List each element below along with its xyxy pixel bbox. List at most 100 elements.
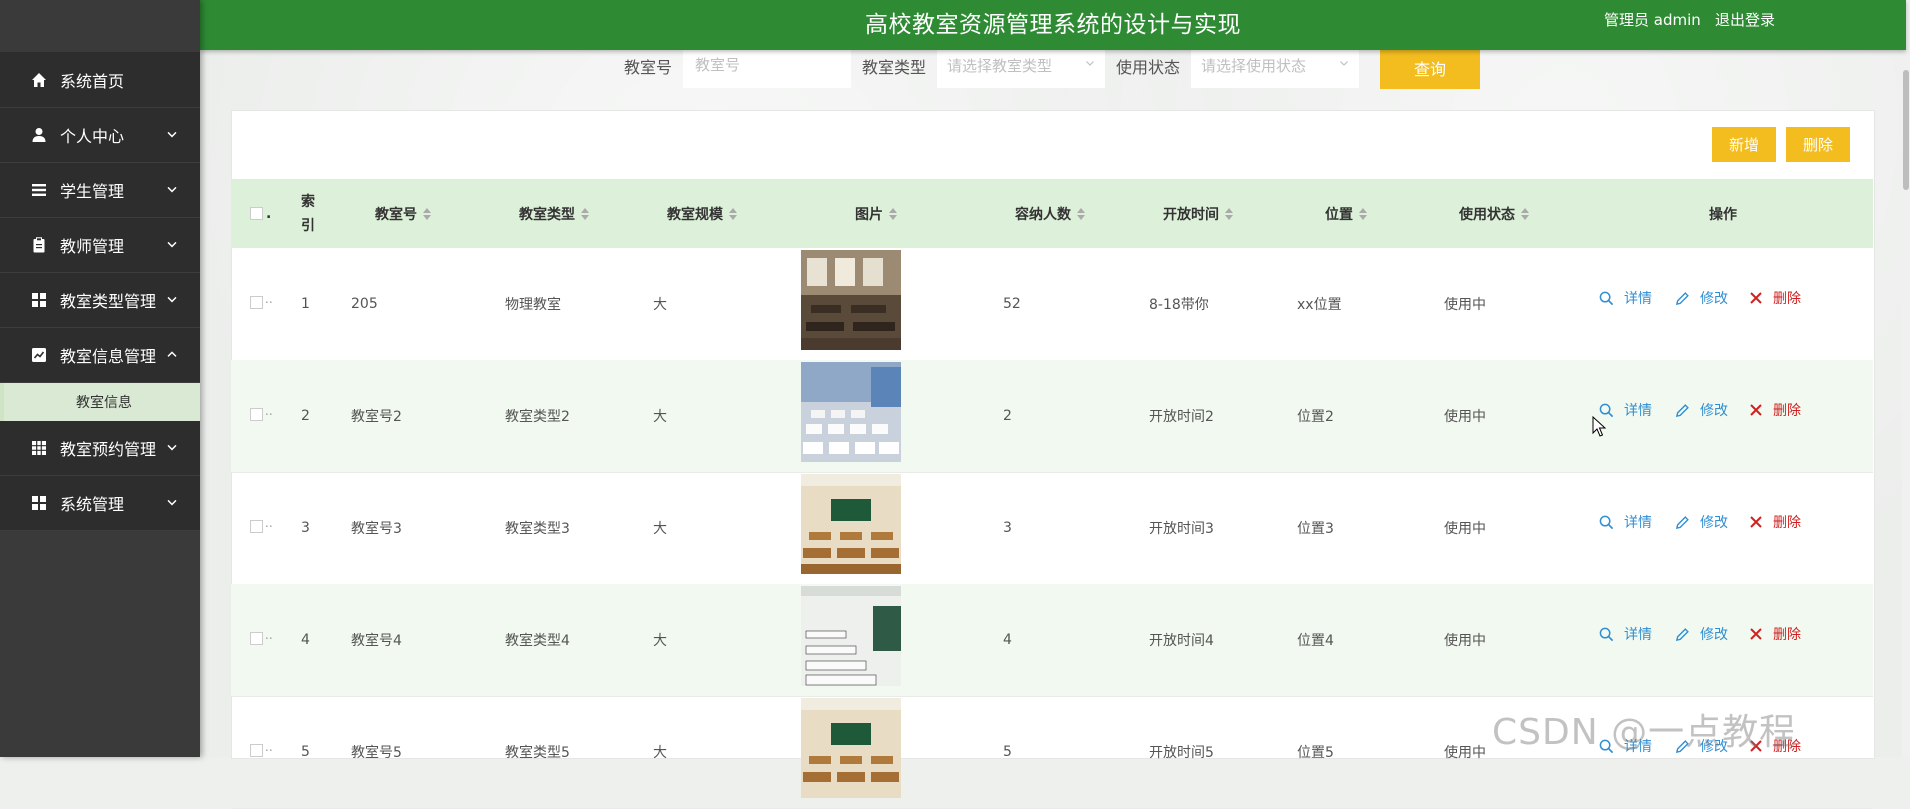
checkbox-label: ..: [265, 740, 273, 754]
edit-icon: [1675, 291, 1695, 306]
close-icon: [1749, 291, 1768, 305]
table-row[interactable]: .. 1 205 物理教室 大 52 8-18带你 xx位置 使用中 详情 修改 删除: [231, 248, 1873, 361]
room-image[interactable]: [801, 586, 901, 686]
delete-row-button[interactable]: 删除: [1749, 288, 1801, 308]
add-button[interactable]: 新增: [1712, 127, 1776, 162]
sort-icon: [581, 207, 589, 220]
cell-capacity: 5: [1003, 744, 1012, 760]
chevron-down-icon: [167, 241, 177, 248]
sidebar-item-home[interactable]: 系统首页: [0, 53, 200, 108]
row-checkbox[interactable]: [250, 632, 263, 645]
cell-open-time: 开放时间4: [1149, 633, 1214, 649]
chevron-up-icon: [167, 351, 177, 357]
chevron-down-icon: [1086, 61, 1094, 66]
cell-room-no: 教室号2: [351, 409, 402, 425]
column-header-actions: 操作: [1709, 206, 1737, 223]
status-label: 使用状态: [1116, 58, 1181, 77]
grid-icon: [30, 494, 48, 512]
edit-button[interactable]: 修改: [1675, 288, 1728, 308]
sidebar-item-system-management[interactable]: 系统管理: [0, 476, 200, 531]
cell-scale: 大: [653, 297, 667, 313]
sidebar-item-student-management[interactable]: 学生管理: [0, 163, 200, 218]
row-checkbox[interactable]: [250, 520, 263, 533]
column-header-capacity[interactable]: 容纳人数: [1015, 179, 1085, 248]
sidebar-subitem-label: 教室信息: [76, 395, 132, 411]
select-all-checkbox[interactable]: [250, 207, 263, 220]
sidebar-item-personal-center[interactable]: 个人中心: [0, 108, 200, 163]
checkbox-label: ..: [265, 404, 273, 418]
sidebar-item-label: 学生管理: [60, 182, 125, 201]
sidebar-item-label: 系统管理: [60, 495, 125, 514]
column-header-room-type[interactable]: 教室类型: [519, 179, 589, 248]
column-header-open-time[interactable]: 开放时间: [1163, 179, 1233, 248]
edit-button[interactable]: 修改: [1675, 400, 1728, 420]
column-header-status[interactable]: 使用状态: [1459, 179, 1529, 248]
column-header-image[interactable]: 图片: [855, 179, 897, 248]
delete-row-button[interactable]: 删除: [1749, 512, 1801, 532]
table-row[interactable]: .. 3 教室号3 教室类型3 大 3 开放时间3 位置3 使用中 详情 修改 删除: [231, 472, 1873, 585]
home-icon: [30, 71, 48, 89]
cell-room-type: 教室类型2: [505, 409, 570, 425]
chevron-down-icon: [167, 444, 177, 451]
chevron-down-icon: [167, 186, 177, 193]
logout-link[interactable]: 退出登录: [1715, 9, 1775, 30]
column-header-location[interactable]: 位置: [1325, 179, 1367, 248]
room-image[interactable]: [801, 474, 901, 574]
vertical-scrollbar[interactable]: [1902, 50, 1910, 757]
table-row[interactable]: .. 2 教室号2 教室类型2 大 2 开放时间2 位置2 使用中 详情 修改 删除: [231, 360, 1873, 473]
search-icon: [1599, 627, 1619, 642]
delete-button[interactable]: 删除: [1786, 127, 1850, 162]
column-header-scale[interactable]: 教室规模: [667, 179, 737, 248]
cell-location: 位置2: [1297, 409, 1334, 425]
page-title: 高校教室资源管理系统的设计与实现: [865, 12, 1241, 38]
cell-room-type: 物理教室: [505, 297, 561, 313]
watermark: CSDN @一点教程: [1492, 712, 1797, 753]
cell-capacity: 3: [1003, 520, 1012, 536]
row-checkbox[interactable]: [250, 744, 263, 757]
cell-room-type: 教室类型5: [505, 745, 570, 761]
detail-button[interactable]: 详情: [1599, 288, 1652, 308]
edit-button[interactable]: 修改: [1675, 512, 1728, 532]
cell-scale: 大: [653, 745, 667, 761]
detail-button[interactable]: 详情: [1599, 624, 1652, 644]
sidebar: 系统首页 个人中心 学生管理 教师管理 教室类型管理 教室信息管理 教室信息 教…: [0, 0, 200, 757]
status-placeholder: 请选择使用状态: [1201, 56, 1307, 75]
cell-scale: 大: [653, 633, 667, 649]
room-image[interactable]: [801, 698, 901, 798]
edit-icon: [1675, 627, 1695, 642]
cell-status: 使用中: [1444, 297, 1486, 313]
cell-room-type: 教室类型4: [505, 633, 570, 649]
delete-row-button[interactable]: 删除: [1749, 400, 1801, 420]
sidebar-item-room-info-management[interactable]: 教室信息管理: [0, 328, 200, 383]
search-icon: [1599, 515, 1619, 530]
cell-open-time: 8-18带你: [1149, 297, 1209, 313]
row-checkbox[interactable]: [250, 296, 263, 309]
sort-icon: [729, 207, 737, 220]
sidebar-item-teacher-management[interactable]: 教师管理: [0, 218, 200, 273]
table-row[interactable]: .. 4 教室号4 教室类型4 大 4 开放时间4 位置4 使用中 详情 修改 删除: [231, 584, 1873, 697]
column-header-index[interactable]: 索引: [301, 179, 321, 248]
sidebar-item-label: 教师管理: [60, 237, 125, 256]
sidebar-item-label: 教室预约管理: [60, 440, 157, 459]
detail-button[interactable]: 详情: [1599, 512, 1652, 532]
sidebar-subitem-room-info[interactable]: 教室信息: [0, 383, 200, 421]
room-image[interactable]: [801, 250, 901, 350]
current-user: 管理员 admin: [1604, 11, 1701, 29]
detail-button[interactable]: 详情: [1599, 400, 1652, 420]
sidebar-item-room-type-management[interactable]: 教室类型管理: [0, 273, 200, 328]
query-button[interactable]: 查询: [1380, 46, 1480, 89]
room-image[interactable]: [801, 362, 901, 462]
sidebar-item-label: 系统首页: [60, 72, 125, 91]
table-icon: [30, 439, 48, 457]
column-header-room-no[interactable]: 教室号: [375, 179, 431, 248]
scrollbar-thumb[interactable]: [1903, 70, 1909, 190]
cell-room-no: 教室号3: [351, 521, 402, 537]
cell-capacity: 4: [1003, 632, 1012, 648]
edit-button[interactable]: 修改: [1675, 624, 1728, 644]
row-checkbox[interactable]: [250, 408, 263, 421]
chart-icon: [30, 346, 48, 364]
clipboard-icon: [30, 236, 48, 254]
close-icon: [1749, 403, 1768, 417]
delete-row-button[interactable]: 删除: [1749, 624, 1801, 644]
sidebar-item-room-booking-management[interactable]: 教室预约管理: [0, 421, 200, 476]
